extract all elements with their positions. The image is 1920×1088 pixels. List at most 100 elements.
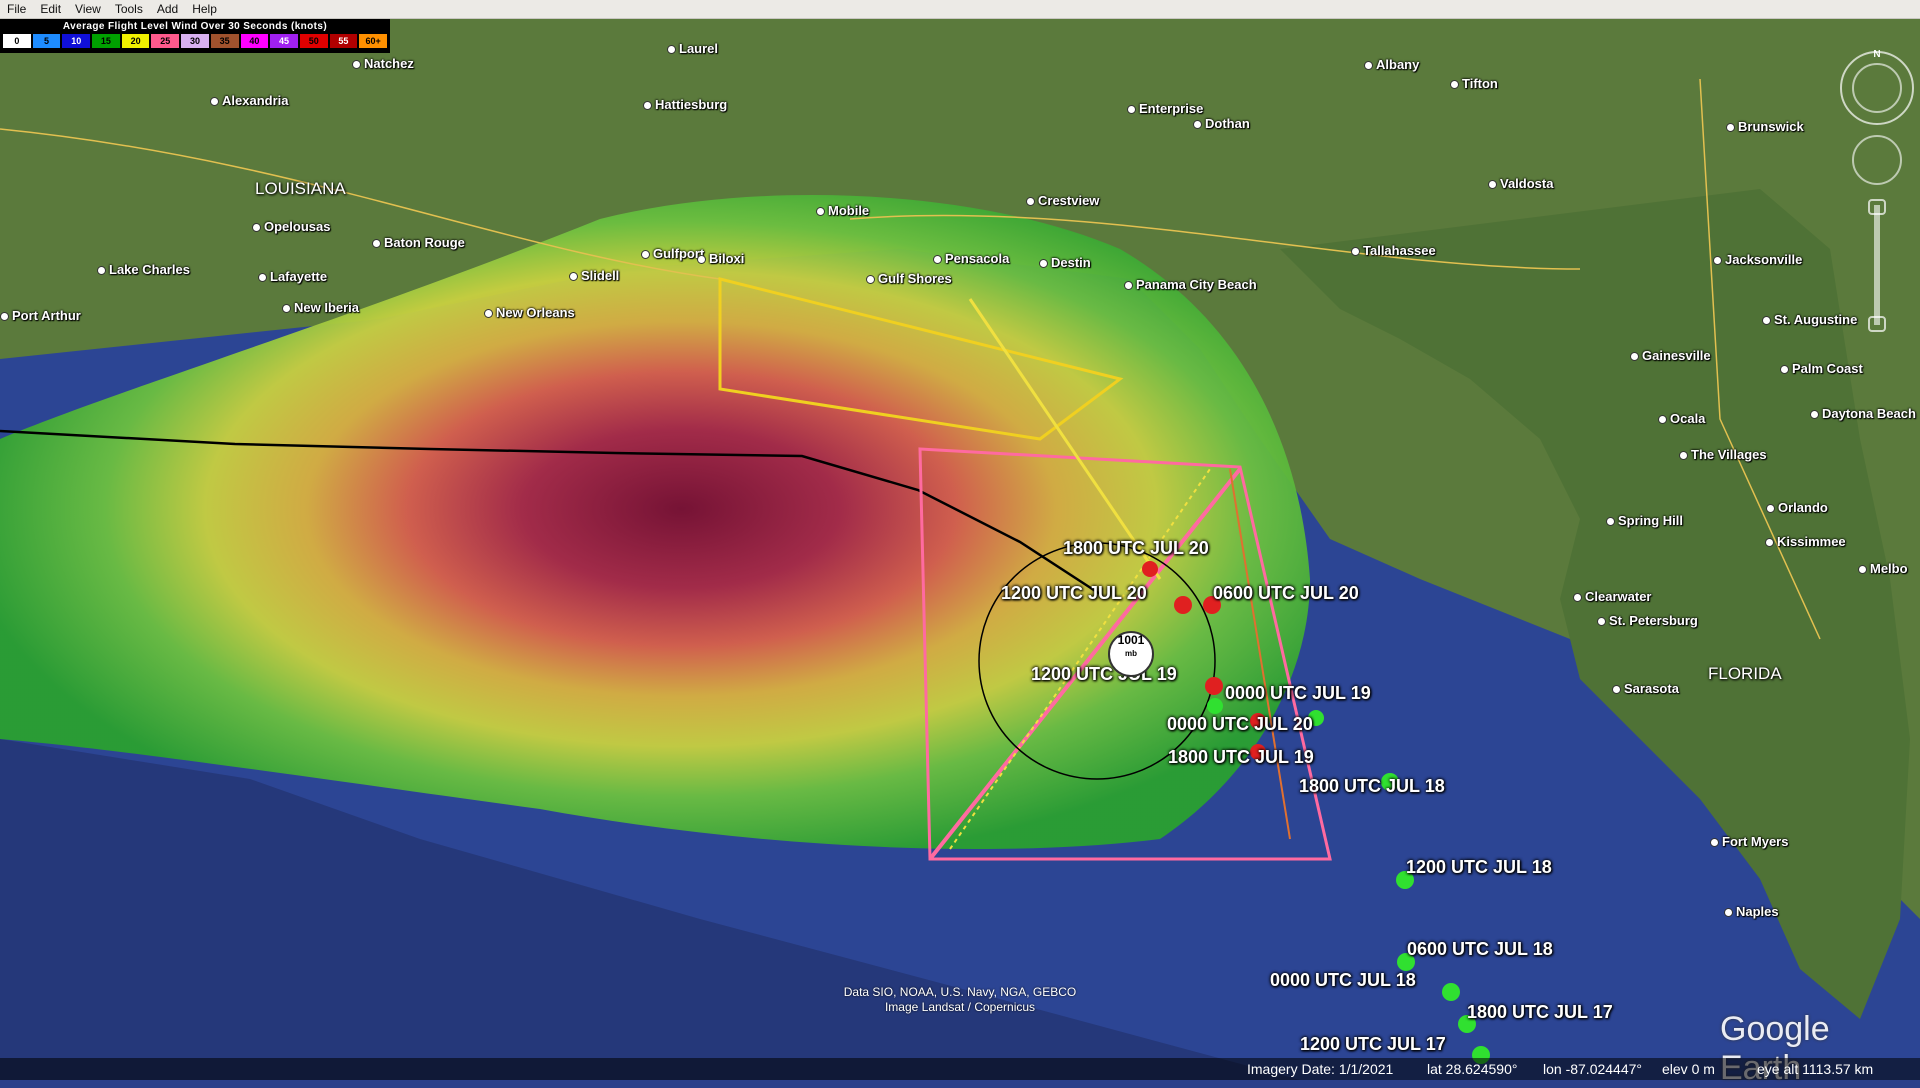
pressure-unit: mb: [1125, 649, 1137, 658]
city-label: Mobile: [816, 203, 869, 218]
state-label-florida: FLORIDA: [1708, 664, 1782, 683]
legend-swatch: 5: [32, 34, 61, 48]
track-time-label: 0600 UTC JUL 20: [1213, 583, 1359, 603]
pressure-value: 1001: [1117, 633, 1145, 647]
city-label: Crestview: [1026, 193, 1099, 208]
latitude-readout: lat 28.624590°: [1427, 1061, 1518, 1077]
city-label: Destin: [1039, 255, 1091, 270]
navigation-controls: N: [1838, 45, 1916, 345]
track-time-label: 1200 UTC JUL 20: [1001, 583, 1147, 603]
legend-title: Average Flight Level Wind Over 30 Second…: [62, 21, 328, 32]
city-label: Natchez: [352, 56, 414, 71]
city-label: Hattiesburg: [643, 97, 727, 112]
city-label: Brunswick: [1726, 119, 1804, 134]
wind-legend: Average Flight Level Wind Over 30 Second…: [0, 19, 390, 53]
track-time-label: 1800 UTC JUL 18: [1299, 776, 1445, 796]
longitude-readout: lon -87.024447°: [1543, 1061, 1643, 1077]
menu-edit[interactable]: Edit: [33, 0, 68, 18]
city-label: Ocala: [1658, 411, 1705, 426]
city-label: Jacksonville: [1713, 252, 1802, 267]
menu-file[interactable]: File: [0, 0, 33, 18]
menu-bar: File Edit View Tools Add Help: [0, 0, 1920, 19]
city-label: Valdosta: [1488, 176, 1553, 191]
legend-swatch: 40: [240, 34, 269, 48]
city-label: Gulf Shores: [866, 271, 952, 286]
city-label: Orlando: [1766, 500, 1828, 515]
city-label: Laurel: [667, 41, 718, 56]
city-label: Panama City Beach: [1124, 277, 1257, 292]
city-label: Melbo: [1858, 561, 1908, 576]
track-point-red: [1174, 596, 1192, 614]
legend-swatch: 35: [210, 34, 239, 48]
city-label: Pensacola: [933, 251, 1009, 266]
legend-swatch: 25: [151, 34, 180, 48]
status-bar: Imagery Date: 1/1/2021 lat 28.624590° lo…: [0, 1058, 1920, 1080]
city-label: Naples: [1724, 904, 1779, 919]
city-label: Dothan: [1193, 116, 1250, 131]
legend-swatch: 50: [299, 34, 328, 48]
track-time-label: 1200 UTC JUL 19: [1031, 664, 1177, 684]
legend-swatch: 0: [3, 34, 31, 48]
elevation-readout: elev 0 m: [1662, 1061, 1715, 1077]
menu-view[interactable]: View: [68, 0, 108, 18]
legend-swatch: 10: [62, 34, 91, 48]
track-point-green: [1442, 983, 1460, 1001]
city-label: Port Arthur: [0, 308, 81, 323]
city-label: Gainesville: [1630, 348, 1711, 363]
city-label: Biloxi: [697, 251, 744, 266]
city-label: Lake Charles: [97, 262, 190, 277]
track-time-label: 0000 UTC JUL 19: [1225, 683, 1371, 703]
legend-swatch: 60+: [359, 34, 387, 48]
city-label: Tallahassee: [1351, 243, 1436, 258]
city-label: New Iberia: [282, 300, 359, 315]
imagery-date: Imagery Date: 1/1/2021: [1247, 1061, 1394, 1077]
city-label: Clearwater: [1573, 589, 1651, 604]
city-label: Tifton: [1450, 76, 1498, 91]
look-joystick-icon[interactable]: [1852, 135, 1902, 185]
track-time-label: 1200 UTC JUL 18: [1406, 857, 1552, 877]
city-label: Baton Rouge: [372, 235, 465, 250]
city-label: Fort Myers: [1710, 834, 1788, 849]
city-label: Gulfport: [641, 246, 704, 261]
track-time-label: 1200 UTC JUL 17: [1300, 1034, 1446, 1054]
menu-add[interactable]: Add: [150, 0, 185, 18]
legend-swatch: 55: [329, 34, 358, 48]
city-label: Slidell: [569, 268, 619, 283]
menu-tools[interactable]: Tools: [108, 0, 150, 18]
zoom-slider[interactable]: [1868, 199, 1886, 332]
track-time-label: 0000 UTC JUL 20: [1167, 714, 1313, 734]
map-view[interactable]: LOUISIANA FLORIDA Natchez Laurel Albany …: [0, 19, 1920, 1080]
track-time-label: 1800 UTC JUL 17: [1467, 1002, 1613, 1022]
legend-swatch: 20: [121, 34, 150, 48]
eye-altitude-readout: eye alt 1113.57 km: [1757, 1061, 1874, 1077]
city-label: Albany: [1364, 57, 1419, 72]
legend-swatch: 30: [181, 34, 209, 48]
city-label: Enterprise: [1127, 101, 1203, 116]
north-indicator: N: [1873, 49, 1880, 60]
city-label: New Orleans: [484, 305, 575, 320]
imagery-attribution: Data SIO, NOAA, U.S. Navy, NGA, GEBCO Im…: [820, 985, 1100, 1015]
attribution-line: Image Landsat / Copernicus: [884, 1000, 1036, 1014]
city-label: The Villages: [1679, 447, 1767, 462]
track-time-label: 0600 UTC JUL 18: [1407, 939, 1553, 959]
track-time-label: 1800 UTC JUL 20: [1063, 538, 1209, 558]
menu-help[interactable]: Help: [185, 0, 224, 18]
track-point-green: [1207, 698, 1223, 714]
track-point-red: [1142, 561, 1158, 577]
legend-swatch: 15: [92, 34, 120, 48]
city-label: Sarasota: [1612, 681, 1679, 696]
pressure-marker[interactable]: 1001 mb: [1108, 631, 1154, 677]
track-time-label: 1800 UTC JUL 19: [1168, 747, 1314, 767]
track-point-red: [1205, 677, 1223, 695]
city-label: Lafayette: [258, 269, 327, 284]
city-label: Alexandria: [210, 93, 288, 108]
city-label: Daytona Beach: [1810, 406, 1916, 421]
attribution-line: Data SIO, NOAA, U.S. Navy, NGA, GEBCO: [843, 985, 1077, 999]
city-label: Palm Coast: [1780, 361, 1863, 376]
city-label: St. Petersburg: [1597, 613, 1698, 628]
legend-swatch: 45: [270, 34, 298, 48]
city-label: Spring Hill: [1606, 513, 1683, 528]
track-time-label: 0000 UTC JUL 18: [1270, 970, 1416, 990]
compass-ring-icon[interactable]: [1840, 51, 1914, 125]
city-label: Opelousas: [252, 219, 330, 234]
